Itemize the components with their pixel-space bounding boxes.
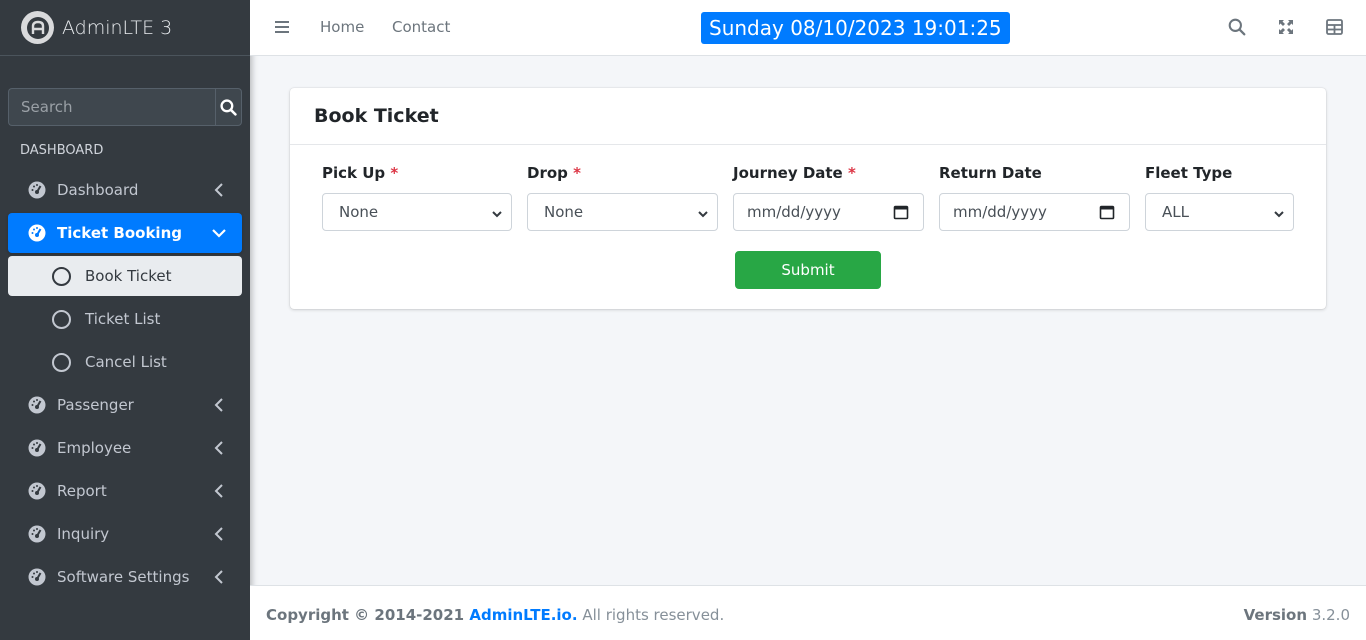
fleet-type-select[interactable]: ALL [1145, 193, 1294, 231]
field-label: Fleet Type [1145, 164, 1233, 182]
footer-version: Version 3.2.0 [1243, 606, 1350, 624]
brand-link[interactable]: AdminLTE 3 [0, 0, 250, 56]
sidebar-item-dashboard[interactable]: Dashboard [8, 170, 242, 210]
drop-select[interactable]: None [527, 193, 718, 231]
search-icon[interactable] [1228, 18, 1246, 36]
sidebar-item-label: Software Settings [57, 568, 190, 586]
nav-link-contact[interactable]: Contact [392, 18, 450, 36]
sidebar-item-software-settings[interactable]: Software Settings [8, 557, 242, 597]
grid-icon[interactable] [1325, 18, 1343, 36]
fleet-type-field: Fleet Type ALL [1145, 164, 1294, 231]
footer: Copyright © 2014-2021 AdminLTE.io. All r… [250, 585, 1366, 640]
sidebar-item-employee[interactable]: Employee [8, 428, 242, 468]
tachometer-icon [28, 482, 46, 500]
main-sidebar: AdminLTE 3 DASHBOARD Dashboard Ticket Bo… [0, 0, 250, 640]
sidebar-subitem-label: Cancel List [85, 353, 167, 371]
sidebar-search-input[interactable] [8, 88, 215, 126]
sidebar-item-label: Dashboard [57, 181, 139, 199]
calendar-icon[interactable] [1099, 204, 1115, 220]
journey-date-input[interactable]: mm/dd/yyyy [733, 193, 924, 231]
sidebar-item-report[interactable]: Report [8, 471, 242, 511]
field-label: Pick Up * [322, 164, 399, 182]
book-ticket-card: Book Ticket Pick Up * None Drop * None J… [290, 88, 1326, 309]
card-title: Book Ticket [314, 105, 439, 127]
sidebar-item-inquiry[interactable]: Inquiry [8, 514, 242, 554]
footer-brand-link[interactable]: AdminLTE.io. [469, 606, 577, 624]
circle-icon [52, 266, 71, 286]
sidebar-search [8, 88, 242, 126]
brand-text: AdminLTE 3 [62, 16, 173, 39]
journey-date-field: Journey Date * mm/dd/yyyy [733, 164, 924, 231]
chevron-down-icon [212, 226, 226, 240]
submit-button[interactable]: Submit [735, 251, 881, 289]
tachometer-icon [28, 396, 46, 414]
drop-field: Drop * None [527, 164, 718, 231]
pickup-field: Pick Up * None [322, 164, 512, 231]
sidebar-item-ticket-booking[interactable]: Ticket Booking [8, 213, 242, 253]
chevron-left-icon [212, 484, 226, 498]
sidebar-search-button[interactable] [215, 88, 242, 126]
sidebar-item-label: Inquiry [57, 525, 110, 543]
nav-link-home[interactable]: Home [320, 18, 364, 36]
chevron-left-icon [212, 398, 226, 412]
pickup-select[interactable]: None [322, 193, 512, 231]
sidebar-item-label: Report [57, 482, 107, 500]
fullscreen-icon[interactable] [1277, 18, 1295, 36]
tachometer-icon [28, 568, 46, 586]
chevron-left-icon [212, 441, 226, 455]
footer-copyright: Copyright © 2014-2021 AdminLTE.io. All r… [266, 606, 725, 624]
tachometer-icon [28, 525, 46, 543]
search-icon [220, 98, 237, 116]
tachometer-icon [28, 439, 46, 457]
circle-icon [52, 352, 71, 372]
sidebar-item-passenger[interactable]: Passenger [8, 385, 242, 425]
top-navbar: Home Contact Sunday 08/10/2023 19:01:25 [250, 0, 1366, 56]
circle-icon [52, 309, 71, 329]
sidebar-subitem-label: Ticket List [85, 310, 161, 328]
sidebar-subitem-cancel-list[interactable]: Cancel List [8, 342, 242, 382]
sidebar-item-label: Ticket Booking [57, 224, 182, 242]
chevron-down-icon [1273, 206, 1285, 218]
field-label: Return Date [939, 164, 1042, 182]
sidebar-item-label: Passenger [57, 396, 134, 414]
sidebar-nav: Dashboard Ticket Booking Book Ticket Tic… [8, 170, 242, 600]
chevron-left-icon [212, 527, 226, 541]
tachometer-icon [28, 224, 46, 242]
chevron-left-icon [212, 183, 226, 197]
chevron-left-icon [212, 570, 226, 584]
sidebar-subitem-label: Book Ticket [85, 267, 172, 285]
nav-header: DASHBOARD [20, 143, 104, 158]
sidebar-subitem-book-ticket[interactable]: Book Ticket [8, 256, 242, 296]
calendar-icon[interactable] [893, 204, 909, 220]
return-date-field: Return Date mm/dd/yyyy [939, 164, 1130, 231]
chevron-down-icon [491, 206, 503, 218]
datetime-display: Sunday 08/10/2023 19:01:25 [701, 12, 1010, 44]
return-date-input[interactable]: mm/dd/yyyy [939, 193, 1130, 231]
tachometer-icon [28, 181, 46, 199]
brand-logo-icon [21, 11, 54, 44]
field-label: Journey Date * [733, 164, 856, 182]
field-label: Drop * [527, 164, 581, 182]
hamburger-menu-icon[interactable] [274, 19, 290, 35]
card-header: Book Ticket [290, 88, 1326, 145]
sidebar-subitem-ticket-list[interactable]: Ticket List [8, 299, 242, 339]
sidebar-item-label: Employee [57, 439, 132, 457]
chevron-down-icon [697, 206, 709, 218]
